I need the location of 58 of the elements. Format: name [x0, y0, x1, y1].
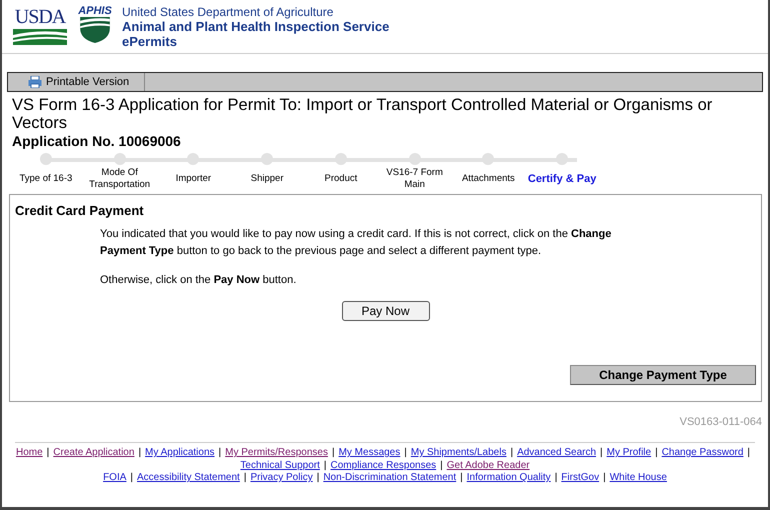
footer-link[interactable]: Compliance Responses [330, 460, 436, 472]
footer-link[interactable]: Accessibility Statement [137, 472, 240, 484]
step-link[interactable]: Attachments [462, 167, 515, 191]
panel-title: Credit Card Payment [14, 202, 145, 220]
step-link[interactable]: Mode Of Transportation [89, 167, 150, 191]
link-separator: | [244, 472, 246, 484]
footer-link[interactable]: My Shipments/Labels [410, 447, 506, 460]
link-separator: | [138, 447, 142, 460]
footer-link[interactable]: My Messages [338, 447, 400, 460]
usda-logo: USDA [12, 5, 68, 45]
footer-link[interactable]: Information Quality [466, 472, 551, 484]
footer-link[interactable]: My Applications [145, 447, 215, 460]
footer-link[interactable]: White House [610, 472, 667, 484]
form-code: VS0163-011-064 [678, 415, 763, 430]
link-separator: | [554, 472, 558, 484]
link-separator: | [655, 447, 658, 460]
footer-link[interactable]: FirstGov [561, 472, 600, 484]
step-link[interactable]: Type of 16-3 [19, 167, 72, 191]
step-link[interactable]: Certify & Pay [528, 167, 596, 191]
footer-link[interactable]: FOIA [103, 472, 126, 484]
footer-link[interactable]: Home [16, 447, 43, 460]
instruction-text: You indicated that you would like to pay now using a credit card. If this is not correct, click on the Change Payment Type button to go back to the previous page and select a different payment type. [100, 227, 612, 259]
footer-link[interactable]: Non-Discrimination Statement [323, 472, 456, 484]
app-name: ePermits [122, 34, 178, 49]
link-separator: | [46, 447, 50, 460]
link-separator: | [440, 460, 443, 472]
instruction-text: Otherwise, click on the Pay Now button. [100, 273, 298, 288]
link-separator: | [600, 447, 603, 460]
footer-link[interactable]: Change Password [662, 447, 744, 460]
footer-link[interactable]: Get Adobe Reader [446, 460, 530, 472]
footer-link[interactable]: My Permits/Responses [225, 447, 328, 460]
step-link[interactable]: Shipper [250, 167, 284, 191]
link-separator: | [218, 447, 222, 460]
link-separator: | [324, 460, 327, 472]
link-separator: | [130, 472, 134, 484]
link-separator: | [460, 472, 463, 484]
step-link[interactable]: VS16-7 Form Main [386, 167, 443, 191]
footer-link[interactable]: My Profile [606, 447, 652, 460]
change-payment-type-button[interactable]: Change Payment Type [570, 365, 756, 385]
footer-link[interactable]: Create Application [53, 447, 134, 460]
link-separator: | [747, 447, 750, 460]
link-separator: | [404, 447, 407, 460]
printer-icon [28, 76, 42, 88]
form-title: VS Form 16-3 Application for Permit To: Import or Transport Controlled Material or Organisms or Vectors [11, 95, 714, 132]
footer-link[interactable]: Technical Support [240, 460, 320, 472]
footer-link[interactable]: Advanced Search [517, 447, 596, 460]
aphis-logo: APHIS [76, 5, 114, 43]
department-name: United States Department of Agriculture [122, 5, 334, 19]
application-number: Application No. 10069006 [11, 132, 182, 150]
agency-name: Animal and Plant Health Inspection Service [122, 19, 390, 34]
link-separator: | [316, 472, 320, 484]
link-separator: | [510, 447, 514, 460]
step-link[interactable]: Importer [176, 167, 212, 191]
pay-now-button[interactable]: Pay Now [342, 301, 430, 321]
link-separator: | [332, 447, 335, 460]
footer-link[interactable]: Privacy Policy [250, 472, 313, 484]
link-separator: | [603, 472, 606, 484]
step-link[interactable]: Product [324, 167, 358, 191]
